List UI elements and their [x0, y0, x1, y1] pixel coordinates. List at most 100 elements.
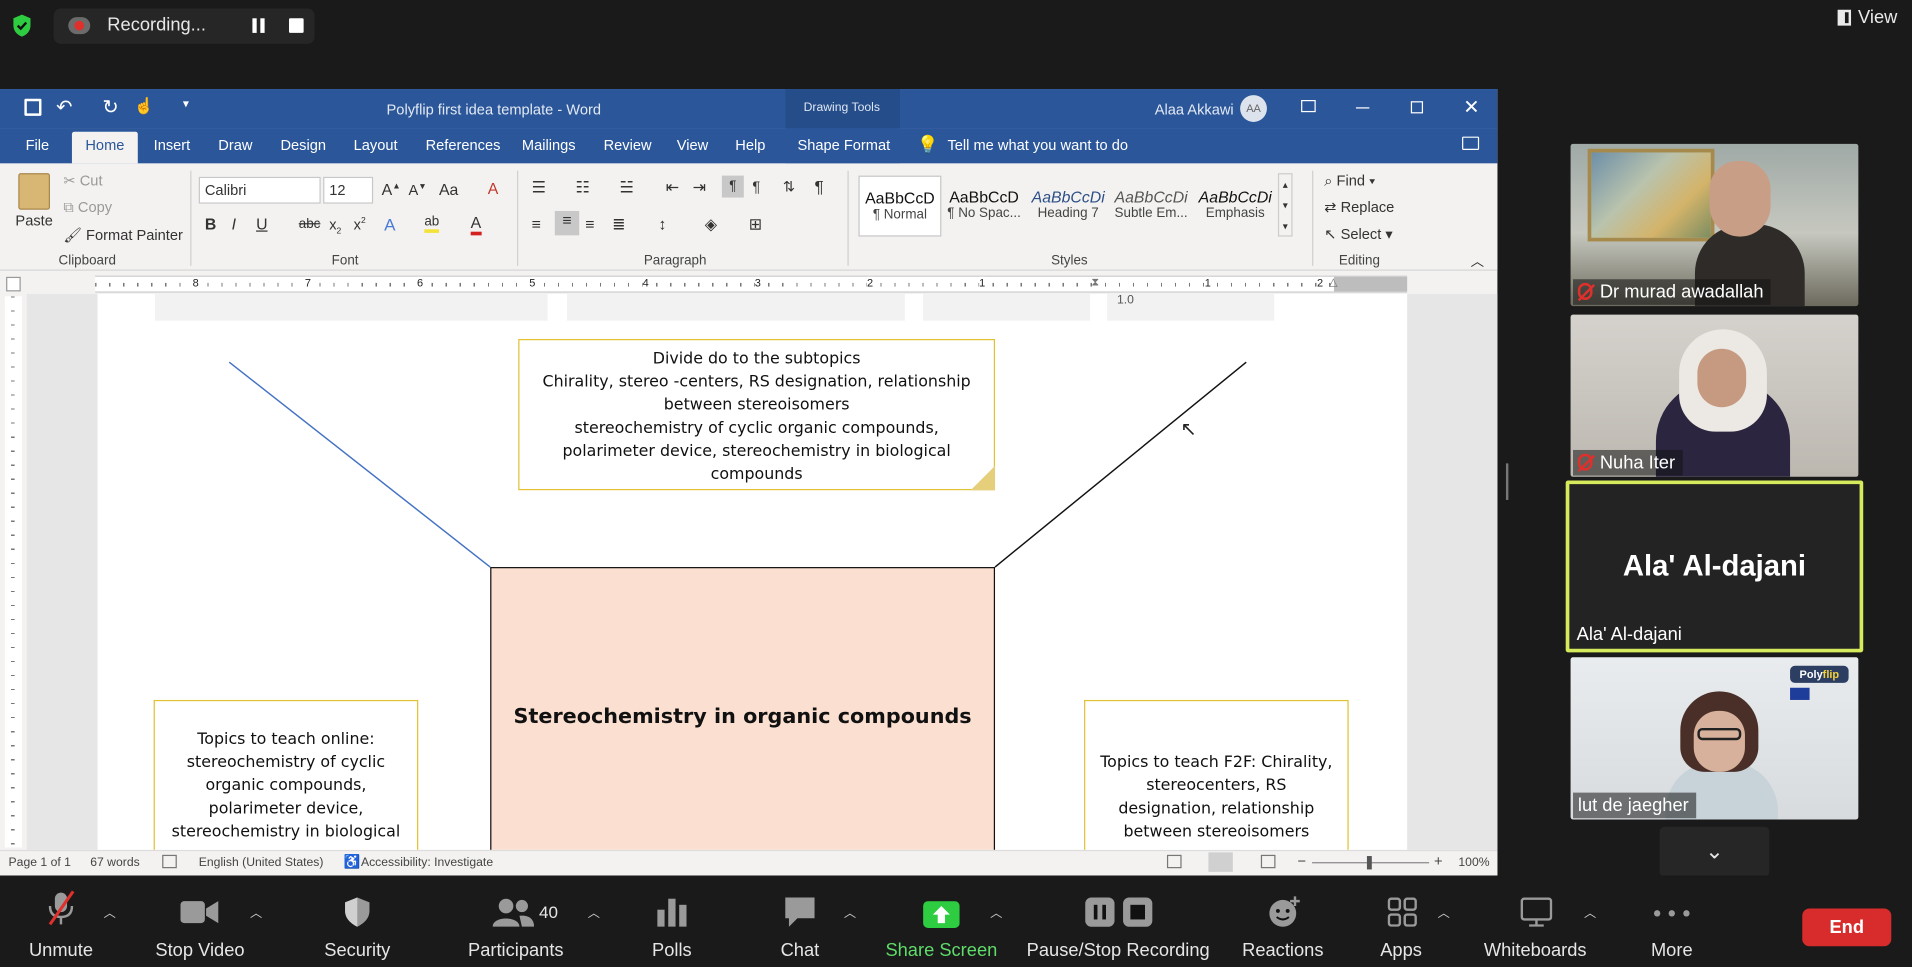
- font-size-combo[interactable]: 12: [323, 176, 374, 204]
- underline-icon[interactable]: U: [256, 215, 267, 233]
- clear-formatting-icon[interactable]: A: [488, 179, 499, 197]
- style-heading-7[interactable]: AaBbCcDi Heading 7: [1027, 176, 1110, 237]
- main-topic-box[interactable]: Stereochemistry in organic compounds: [490, 567, 996, 850]
- share-options-caret-icon[interactable]: ︿: [990, 902, 1002, 920]
- customize-qat-icon[interactable]: ▾: [183, 98, 189, 111]
- ribbon-display-options-icon[interactable]: [1301, 99, 1316, 113]
- whiteboards-options-caret-icon[interactable]: ︿: [1584, 902, 1596, 920]
- superscript-icon[interactable]: x2: [354, 216, 366, 233]
- grow-font-icon[interactable]: A▲: [382, 180, 401, 198]
- security-shield-icon[interactable]: [11, 13, 33, 37]
- tab-file[interactable]: File: [26, 137, 50, 154]
- subscript-icon[interactable]: x2: [329, 216, 341, 236]
- zoom-level[interactable]: 100%: [1458, 856, 1489, 869]
- tab-design[interactable]: Design: [280, 137, 326, 154]
- multilevel-list-icon[interactable]: ☱: [619, 178, 633, 198]
- stop-recording-icon[interactable]: [288, 18, 304, 33]
- security-button[interactable]: Security: [315, 876, 400, 967]
- document-page[interactable]: 1.0 Divide do to the subtopics Chirality…: [97, 293, 1408, 850]
- page-count[interactable]: Page 1 of 1: [9, 856, 71, 869]
- save-icon[interactable]: [24, 98, 42, 116]
- unmute-button[interactable]: Unmute: [17, 876, 105, 967]
- close-icon[interactable]: ✕: [1463, 95, 1479, 119]
- font-name-combo[interactable]: Calibri: [198, 176, 321, 204]
- accessibility-status[interactable]: Accessibility: Investigate: [361, 856, 493, 869]
- chat-options-caret-icon[interactable]: ︿: [844, 902, 856, 920]
- justify-icon[interactable]: ≣: [612, 215, 625, 235]
- rtl-icon[interactable]: ¶: [752, 178, 760, 195]
- participants-options-caret-icon[interactable]: ︿: [588, 902, 600, 920]
- shrink-font-icon[interactable]: A▼: [408, 182, 426, 199]
- format-painter-button[interactable]: 🖌 Format Painter: [63, 227, 182, 244]
- tell-me-search[interactable]: Tell me what you want to do: [947, 137, 1128, 154]
- show-marks-icon[interactable]: ¶: [815, 177, 824, 197]
- tab-home[interactable]: Home: [71, 131, 138, 164]
- reactions-button[interactable]: Reactions: [1241, 876, 1324, 967]
- change-case-icon[interactable]: Aa: [439, 180, 458, 198]
- apps-button[interactable]: Apps: [1373, 876, 1429, 967]
- participants-button[interactable]: 40 Participants: [466, 876, 566, 967]
- style-subtle-emphasis[interactable]: AaBbCcDi Subtle Em...: [1110, 176, 1193, 237]
- bullets-icon[interactable]: ☰: [532, 178, 546, 198]
- video-options-caret-icon[interactable]: ︿: [250, 902, 262, 920]
- zoom-in-icon[interactable]: +: [1434, 852, 1443, 869]
- f2f-topics-box[interactable]: Topics to teach F2F: Chirality, stereoce…: [1084, 699, 1349, 850]
- styles-more-icon[interactable]: ▴ ▾ ▾: [1277, 173, 1293, 237]
- paste-button[interactable]: Paste: [12, 171, 56, 242]
- user-avatar[interactable]: AA: [1240, 95, 1267, 122]
- read-mode-icon[interactable]: [1166, 854, 1182, 869]
- text-effects-icon[interactable]: A: [384, 215, 395, 235]
- style-emphasis[interactable]: AaBbCcDi Emphasis: [1194, 176, 1277, 237]
- tab-selector-icon[interactable]: [6, 276, 21, 292]
- pause-stop-recording-button[interactable]: Pause/Stop Recording: [1027, 876, 1210, 967]
- print-layout-icon[interactable]: [1208, 852, 1233, 872]
- touch-mode-icon[interactable]: ☝: [134, 96, 154, 116]
- align-right-icon[interactable]: ≡: [585, 215, 594, 233]
- indent-marker-icon[interactable]: ⧗: [1091, 276, 1099, 289]
- view-button[interactable]: View: [1837, 7, 1897, 28]
- style-normal[interactable]: AaBbCcD ¶ Normal: [858, 175, 942, 237]
- align-left-icon[interactable]: ≡: [532, 215, 541, 233]
- minimize-icon[interactable]: [1355, 107, 1370, 109]
- zoom-slider-thumb[interactable]: [1366, 856, 1372, 870]
- word-count[interactable]: 67 words: [90, 856, 139, 869]
- subtopics-note[interactable]: Divide do to the subtopics Chirality, st…: [518, 338, 996, 491]
- participant-tile[interactable]: Nuha Iter: [1570, 314, 1859, 477]
- bold-icon[interactable]: B: [205, 215, 216, 233]
- redo-icon[interactable]: ↻: [102, 95, 118, 119]
- panel-resize-handle[interactable]: [1505, 463, 1509, 500]
- italic-icon[interactable]: I: [232, 215, 236, 233]
- apps-options-caret-icon[interactable]: ︿: [1438, 902, 1450, 920]
- tab-mailings[interactable]: Mailings: [522, 137, 576, 154]
- tab-layout[interactable]: Layout: [354, 137, 398, 154]
- chat-button[interactable]: Chat: [768, 876, 831, 967]
- shading-icon[interactable]: ◈: [705, 215, 717, 235]
- find-button[interactable]: ⌕ Find ▾: [1324, 172, 1375, 190]
- restore-icon[interactable]: [1410, 101, 1424, 114]
- undo-icon[interactable]: ↶: [56, 95, 72, 119]
- right-indent-marker-icon[interactable]: △: [1329, 276, 1337, 289]
- online-topics-box[interactable]: Topics to teach online: stereochemistry …: [153, 699, 419, 850]
- select-button[interactable]: ↖ Select ▾: [1324, 226, 1392, 243]
- tab-insert[interactable]: Insert: [154, 137, 191, 154]
- tab-view[interactable]: View: [677, 137, 708, 154]
- participant-tile[interactable]: Dr murad awadallah: [1570, 143, 1859, 307]
- zoom-out-icon[interactable]: −: [1297, 852, 1306, 869]
- share-screen-button[interactable]: Share Screen: [884, 876, 999, 967]
- whiteboards-button[interactable]: Whiteboards: [1480, 876, 1590, 967]
- comments-icon[interactable]: [1462, 136, 1480, 150]
- ltr-icon[interactable]: ¶: [721, 175, 744, 198]
- audio-options-caret-icon[interactable]: ︿: [104, 902, 116, 920]
- tab-review[interactable]: Review: [604, 137, 652, 154]
- participant-tile[interactable]: Polyflip lut de jaegher: [1570, 657, 1859, 820]
- decrease-indent-icon[interactable]: ⇤: [666, 178, 679, 198]
- highlight-icon[interactable]: ab: [424, 215, 440, 233]
- replace-button[interactable]: ⇄ Replace: [1324, 199, 1394, 216]
- participant-tile-active-speaker[interactable]: Ala' Al-dajani Ala' Al-dajani: [1565, 480, 1864, 653]
- numbering-icon[interactable]: ☷: [576, 178, 590, 198]
- web-layout-icon[interactable]: [1260, 854, 1276, 869]
- font-color-icon[interactable]: A: [470, 213, 482, 236]
- zoom-slider[interactable]: [1312, 856, 1430, 870]
- strikethrough-icon[interactable]: abc: [299, 217, 321, 232]
- scroll-participants-button[interactable]: ⌄: [1659, 826, 1770, 877]
